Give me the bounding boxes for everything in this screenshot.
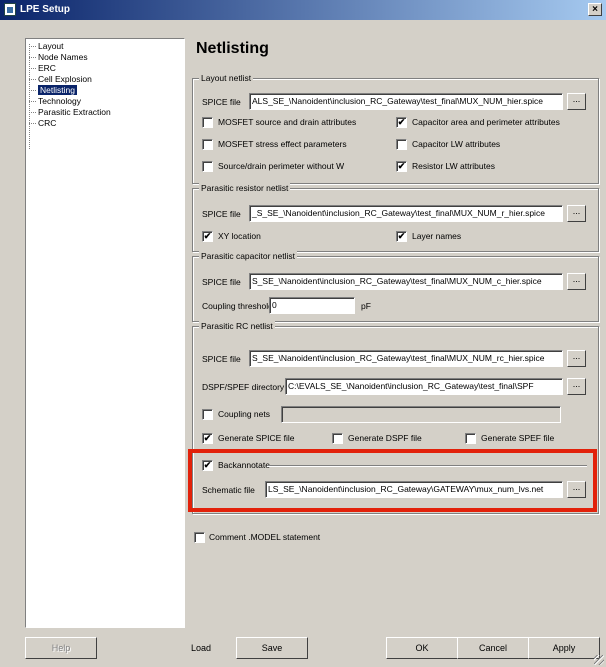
layout-spice-browse-button[interactable]: ... — [567, 93, 586, 110]
coupling-nets-checkbox[interactable] — [202, 409, 213, 420]
resistor-netlist-group: Parasitic resistor netlist SPICE file _S… — [192, 183, 599, 252]
help-button[interactable]: Help — [25, 637, 97, 659]
generate-spice-checkbox[interactable]: ✔ — [202, 433, 213, 444]
xy-location-checkbox[interactable]: ✔ — [202, 231, 213, 242]
sd-perimeter-label: Source/drain perimeter without W — [218, 161, 345, 171]
tree-item-layout[interactable]: Layout — [29, 41, 66, 52]
layer-names-checkbox[interactable]: ✔ — [396, 231, 407, 242]
coupling-nets-input[interactable] — [281, 406, 561, 423]
tree-item-technology[interactable]: Technology — [29, 96, 83, 107]
save-button[interactable]: Save — [236, 637, 308, 659]
rc-spice-file-input[interactable]: S_SE_\Nanoident\inclusion_RC_Gateway\tes… — [249, 350, 563, 367]
coupling-nets-label: Coupling nets — [218, 409, 270, 419]
xy-location-label: XY location — [218, 231, 261, 241]
group-legend: Parasitic RC netlist — [199, 321, 275, 331]
ok-button[interactable]: OK — [386, 637, 458, 659]
resistor-spice-browse-button[interactable]: ... — [567, 205, 586, 222]
spice-file-label: SPICE file — [202, 97, 241, 107]
layout-spice-file-input[interactable]: ALS_SE_\Nanoident\inclusion_RC_Gateway\t… — [249, 93, 563, 110]
cap-lw-label: Capacitor LW attributes — [412, 139, 501, 149]
tree-item-crc[interactable]: CRC — [29, 118, 58, 129]
comment-model-checkbox[interactable] — [194, 532, 205, 543]
generate-dspf-label: Generate DSPF file — [348, 433, 422, 443]
mosfet-stress-label: MOSFET stress effect parameters — [218, 139, 347, 149]
load-button[interactable]: Load — [186, 637, 216, 659]
threshold-unit-label: pF — [361, 301, 371, 311]
coupling-threshold-input[interactable]: 0 — [269, 297, 355, 314]
mosfet-sd-checkbox[interactable] — [202, 117, 213, 128]
spice-file-label: SPICE file — [202, 277, 241, 287]
tree-item-cell-explosion[interactable]: Cell Explosion — [29, 74, 94, 85]
tree-item-node-names[interactable]: Node Names — [29, 52, 90, 63]
close-button[interactable]: × — [588, 3, 602, 16]
window-title: LPE Setup — [20, 4, 71, 15]
resize-grip[interactable] — [594, 655, 604, 665]
tree-item-erc[interactable]: ERC — [29, 63, 58, 74]
dspf-directory-input[interactable]: C:\EVALS_SE_\Nanoident\inclusion_RC_Gate… — [285, 378, 563, 395]
capacitor-spice-browse-button[interactable]: ... — [567, 273, 586, 290]
category-tree[interactable]: Layout Node Names ERC Cell Explosion Net… — [25, 38, 185, 628]
spice-file-label: SPICE file — [202, 209, 241, 219]
mosfet-stress-checkbox[interactable] — [202, 139, 213, 150]
comment-model-label: Comment .MODEL statement — [209, 532, 321, 542]
cap-area-checkbox[interactable]: ✔ — [396, 117, 407, 128]
cap-lw-checkbox[interactable] — [396, 139, 407, 150]
layout-netlist-group: Layout netlist SPICE file ALS_SE_\Nanoid… — [192, 73, 599, 184]
coupling-threshold-label: Coupling threshold — [202, 301, 273, 311]
title-bar: LPE Setup × — [0, 0, 606, 20]
tree-item-netlisting[interactable]: Netlisting — [29, 85, 180, 96]
group-legend: Parasitic resistor netlist — [199, 183, 291, 193]
dspf-directory-label: DSPF/SPEF directory — [202, 382, 285, 392]
generate-spef-checkbox[interactable] — [465, 433, 476, 444]
generate-dspf-checkbox[interactable] — [332, 433, 343, 444]
mosfet-sd-label: MOSFET source and drain attributes — [218, 117, 357, 127]
group-legend: Layout netlist — [199, 73, 254, 83]
layer-names-label: Layer names — [412, 231, 462, 241]
resistor-spice-file-input[interactable]: _S_SE_\Nanoident\inclusion_RC_Gateway\te… — [249, 205, 563, 222]
app-icon — [4, 3, 16, 16]
tree-item-parasitic-extraction[interactable]: Parasitic Extraction — [29, 107, 113, 118]
generate-spice-label: Generate SPICE file — [218, 433, 295, 443]
rc-spice-browse-button[interactable]: ... — [567, 350, 586, 367]
dspf-browse-button[interactable]: ... — [567, 378, 586, 395]
capacitor-netlist-group: Parasitic capacitor netlist SPICE file S… — [192, 251, 599, 322]
capacitor-spice-file-input[interactable]: S_SE_\Nanoident\inclusion_RC_Gateway\tes… — [249, 273, 563, 290]
apply-button[interactable]: Apply — [528, 637, 600, 659]
sd-perimeter-checkbox[interactable] — [202, 161, 213, 172]
res-lw-label: Resistor LW attributes — [412, 161, 495, 171]
group-legend: Parasitic capacitor netlist — [199, 251, 298, 261]
generate-spef-label: Generate SPEF file — [481, 433, 555, 443]
cancel-button[interactable]: Cancel — [457, 637, 529, 659]
spice-file-label: SPICE file — [202, 354, 241, 364]
highlight-box — [188, 449, 597, 512]
page-title: Netlisting — [196, 40, 269, 57]
res-lw-checkbox[interactable]: ✔ — [396, 161, 407, 172]
cap-area-label: Capacitor area and perimeter attributes — [412, 117, 560, 127]
